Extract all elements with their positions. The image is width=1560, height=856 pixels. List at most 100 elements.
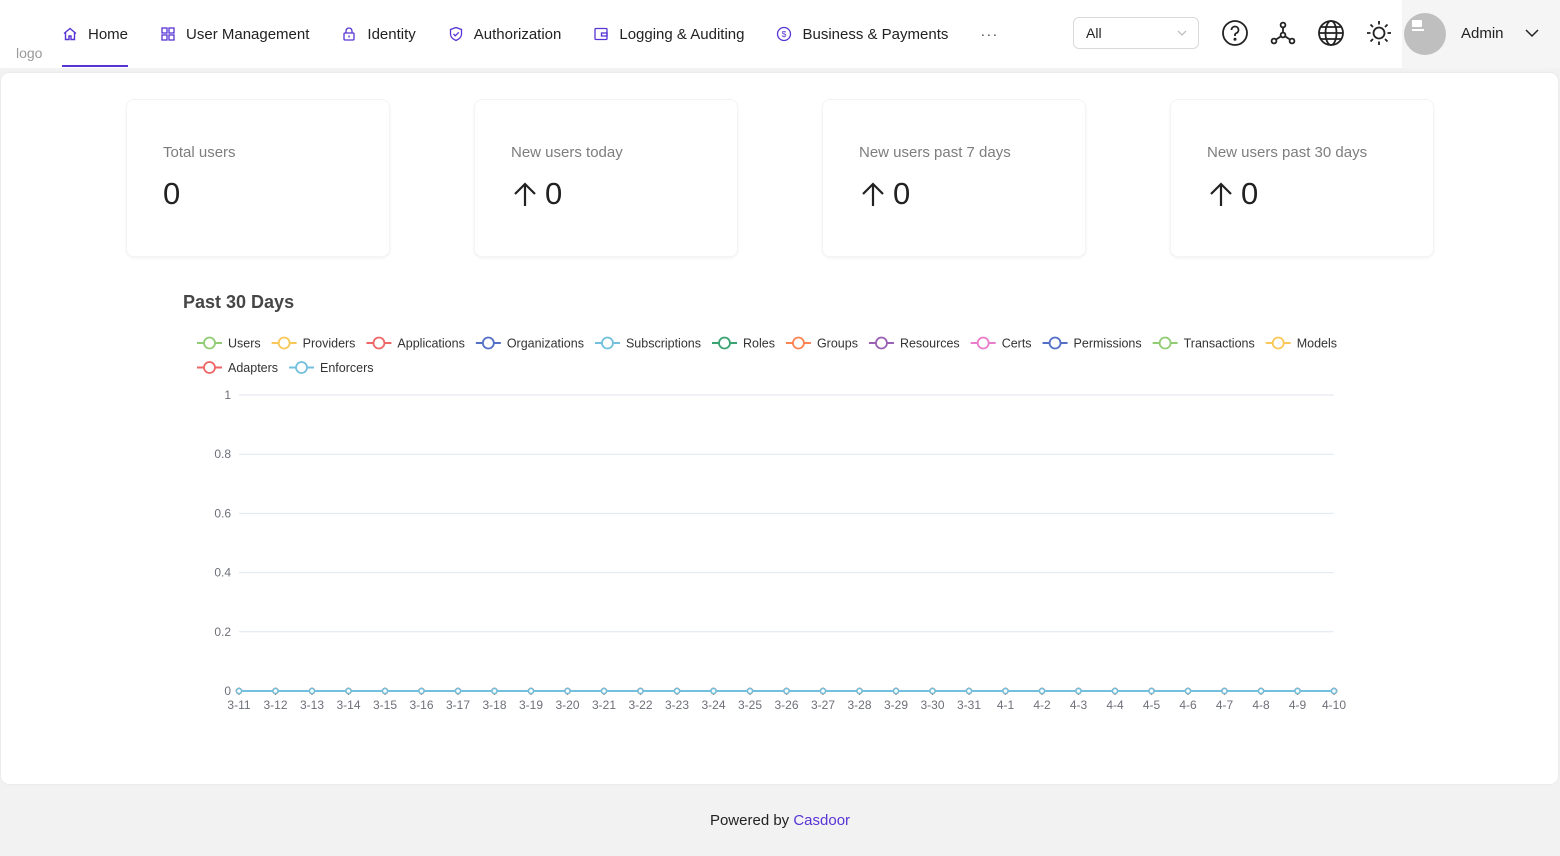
data-point [272, 687, 279, 695]
legend-marker [372, 336, 386, 350]
data-point [673, 687, 681, 695]
data-point [965, 687, 973, 695]
data-point [527, 687, 535, 695]
casdoor-link[interactable]: Casdoor [793, 812, 850, 829]
legend-label: Providers [303, 337, 356, 351]
x-tick-label: 4-2 [1033, 698, 1051, 712]
data-point [819, 687, 827, 695]
data-point [1148, 687, 1155, 695]
data-point [564, 687, 571, 695]
legend-label: Transactions [1184, 337, 1255, 351]
logo[interactable]: logo [16, 45, 42, 61]
data-point [1184, 687, 1192, 695]
x-tick-label: 4-7 [1216, 698, 1234, 712]
x-tick-label: 3-15 [373, 698, 397, 712]
legend-label: Models [1297, 337, 1337, 351]
legend-marker [875, 336, 888, 350]
legend-label: Adapters [228, 361, 278, 375]
legend-marker [792, 336, 805, 350]
data-point [454, 687, 462, 695]
x-tick-label: 3-29 [884, 698, 908, 712]
data-point [892, 687, 900, 695]
nav-more-button[interactable]: ··· [964, 0, 1014, 68]
chevron-down-icon [1525, 29, 1539, 38]
data-point [235, 687, 243, 695]
legend-marker [976, 336, 990, 350]
x-tick-label: 3-25 [738, 698, 762, 712]
legend-marker [203, 336, 216, 350]
help-icon[interactable] [1221, 19, 1249, 47]
y-tick-label: 0.8 [214, 447, 231, 461]
svg-text:$: $ [782, 29, 787, 39]
nav-business-payments-label: Business & Payments [802, 25, 949, 43]
x-tick-label: 3-16 [409, 698, 433, 712]
grid-icon [161, 27, 175, 41]
user-menu[interactable]: Admin [1402, 0, 1560, 68]
legend-label: Subscriptions [626, 337, 701, 351]
line-chart: 0 0.2 0.4 0.6 0.8 1 3-11 3-12 3-13 3-14 3-15 3-16 3-… [197, 336, 1346, 712]
wallet-icon [594, 27, 609, 41]
data-point [600, 687, 608, 695]
x-tick-label: 3-12 [263, 698, 287, 712]
legend-label: Permissions [1074, 337, 1142, 351]
legend-marker [1271, 336, 1285, 350]
x-tick-label: 3-22 [628, 698, 652, 712]
legend-label: Resources [900, 337, 960, 351]
nav-business-payments[interactable]: $ Business & Payments [760, 0, 964, 68]
legend-label: Organizations [507, 337, 584, 351]
data-point [491, 687, 498, 695]
data-point [1038, 687, 1046, 695]
globe-icon[interactable] [1317, 19, 1345, 47]
theme-sun-icon[interactable] [1365, 19, 1393, 47]
nav-home[interactable]: Home [46, 0, 144, 68]
legend-marker [718, 336, 731, 350]
legend-marker [481, 336, 495, 350]
organization-select[interactable]: All [1073, 17, 1199, 49]
nav-logging-auditing[interactable]: Logging & Auditing [577, 0, 760, 68]
x-tick-label: 3-31 [957, 698, 981, 712]
nav-user-management-label: User Management [186, 25, 310, 43]
dollar-circle-icon: $ [777, 26, 792, 42]
data-point [637, 687, 644, 695]
legend-label: Users [228, 337, 261, 351]
home-icon [63, 27, 77, 41]
x-tick-label: 4-3 [1070, 698, 1088, 712]
footer-text: Powered by [709, 812, 790, 829]
x-tick-label: 4-8 [1252, 698, 1270, 712]
y-tick-label: 0.2 [214, 625, 231, 639]
legend-marker [601, 336, 614, 350]
x-tick-label: 3-27 [811, 698, 835, 712]
legend-label: Applications [397, 337, 464, 351]
legend-label: Groups [817, 337, 858, 351]
x-tick-label: 4-6 [1179, 698, 1197, 712]
data-point [308, 687, 316, 695]
nav-authorization[interactable]: Authorization [432, 0, 578, 68]
x-tick-label: 3-18 [482, 698, 506, 712]
x-tick-label: 4-4 [1106, 698, 1124, 712]
y-tick-label: 0 [224, 684, 231, 698]
nav-authorization-label: Authorization [473, 25, 562, 43]
legend-label: Certs [1002, 337, 1032, 351]
data-point [746, 687, 754, 695]
nav-user-management[interactable]: User Management [144, 0, 325, 68]
organization-select-value: All [1086, 25, 1102, 41]
data-point [1330, 687, 1338, 695]
x-tick-label: 3-28 [847, 698, 871, 712]
data-point [1002, 687, 1009, 695]
network-icon[interactable] [1269, 19, 1297, 47]
x-tick-label: 4-1 [997, 698, 1015, 712]
legend-marker [277, 336, 291, 350]
legend-marker [203, 361, 216, 374]
data-point [1221, 687, 1228, 695]
footer: Powered by Casdoor [0, 812, 1560, 829]
x-tick-label: 3-11 [227, 698, 250, 712]
avatar[interactable] [1404, 13, 1446, 55]
y-tick-label: 1 [224, 388, 231, 402]
main-nav: Home User Management Identity Authorizat… [46, 0, 1014, 68]
data-point [345, 687, 352, 695]
chevron-down-icon [1177, 30, 1187, 36]
nav-identity[interactable]: Identity [325, 0, 431, 68]
shield-icon [449, 26, 462, 42]
data-point [1294, 687, 1301, 695]
x-tick-label: 4-5 [1143, 698, 1161, 712]
